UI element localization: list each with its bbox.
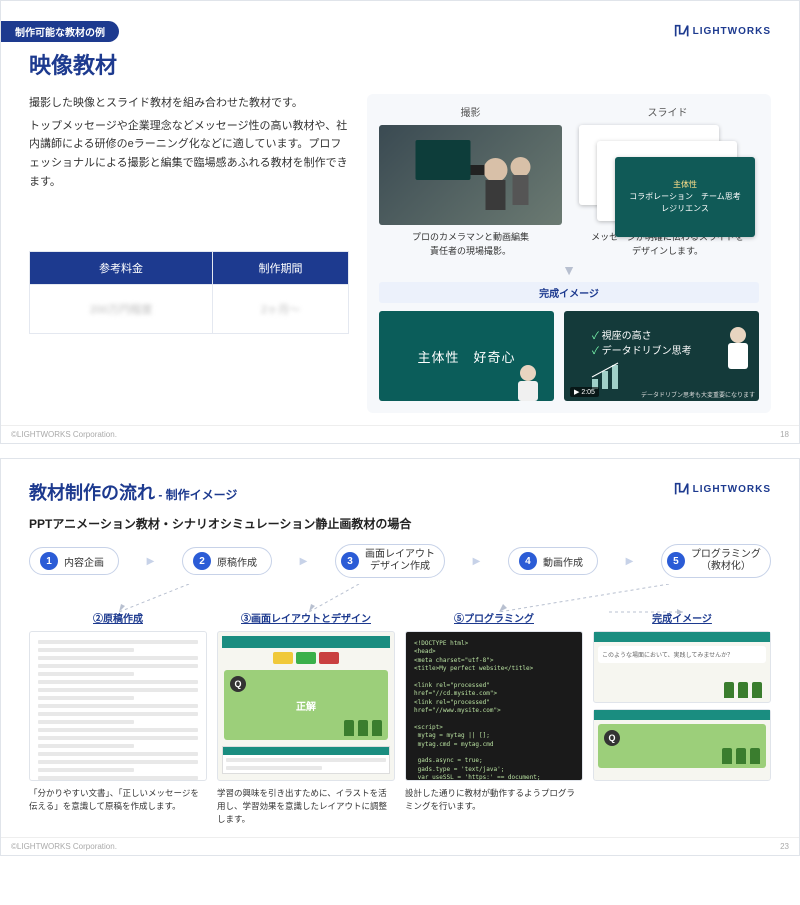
chevron-right-icon: ▶ — [626, 556, 634, 567]
th-price: 参考料金 — [30, 252, 213, 285]
flow-step-3: 3画面レイアウト デザイン作成 — [335, 544, 445, 578]
person-icon — [721, 325, 755, 369]
label-slides: スライド — [576, 104, 759, 119]
detail-thumb-final: このような場面において、実践してみませんか？ Q — [593, 631, 771, 781]
q-badge-icon: Q — [604, 730, 620, 746]
slide-title: 映像教材 — [29, 48, 771, 80]
brand-logo: LIGHTWORKS — [673, 481, 771, 497]
td-period: 2ヶ月〜 — [213, 285, 349, 334]
complete-thumb-2: 視座の高さ データドリブン思考 ▶ 2:05 データドリブン思考も大変重要になり… — [564, 311, 759, 401]
detail-caption-3: 設計した通りに教材が動作するようプログラミングを行います。 — [405, 787, 583, 813]
page-number: 18 — [780, 430, 789, 439]
camera-crew-icon — [379, 125, 562, 225]
brand-logo: LIGHTWORKS — [673, 23, 771, 39]
logo-icon — [673, 481, 689, 497]
flow-step-2: 2原稿作成 — [182, 547, 272, 575]
slide-2: LIGHTWORKS 教材制作の流れ - 制作イメージ PPTアニメーション教材… — [0, 458, 800, 856]
detail-title-3: ⑤プログラミング — [405, 610, 583, 625]
detail-title-4: 完成イメージ — [593, 610, 771, 625]
complete-label: 完成イメージ — [379, 282, 759, 303]
chevron-right-icon: ▶ — [473, 556, 481, 567]
complete-thumb-1: 主体性 好奇心 — [379, 311, 554, 401]
detail-title-1: ②原稿作成 — [29, 610, 207, 625]
visual-panel: 撮影 プロのカメラマンと動画編集 責任者の現場撮影。 スライ — [367, 94, 771, 413]
detail-caption-2: 学習の興味を引き出すために、イラストを活用し、学習効果を意識したレイアウトに調整… — [217, 787, 395, 825]
logo-icon — [673, 23, 689, 39]
detail-title-2: ③画面レイアウトとデザイン — [217, 610, 395, 625]
detail-row: ②原稿作成 「分かりやすい文書」、「正しいメッセージを伝える」を意識して原稿を作… — [29, 610, 771, 825]
slide-title: 教材制作の流れ - 制作イメージ — [29, 479, 771, 505]
flow-step-1: 1内容企画 — [29, 547, 119, 575]
thumb-slides: D 主体性 コラボレーション チーム思考 レジリエンス — [576, 125, 759, 225]
category-badge: 制作可能な教材の例 — [1, 21, 119, 42]
page-number: 23 — [780, 842, 789, 851]
flow-step-5: 5プログラミング （教材化） — [661, 544, 771, 578]
arrow-down-icon: ▼ — [379, 262, 759, 278]
slide-1: LIGHTWORKS 制作可能な教材の例 映像教材 撮影した映像とスライド教材を… — [0, 0, 800, 444]
price-table: 参考料金 制作期間 200万円程度 2ヶ月〜 — [29, 251, 349, 334]
case-label: PPTアニメーション教材・シナリオシミュレーション静止画教材の場合 — [29, 515, 771, 532]
detail-thumb-manuscript — [29, 631, 207, 781]
caption-shooting: プロのカメラマンと動画編集 責任者の現場撮影。 — [379, 231, 562, 258]
detail-thumb-layout: Q 正解 — [217, 631, 395, 781]
label-shooting: 撮影 — [379, 104, 562, 119]
q-badge-icon: Q — [230, 676, 246, 692]
slide-footer: ©LIGHTWORKS Corporation. 18 — [1, 425, 799, 443]
flow-row: 1内容企画 ▶ 2原稿作成 ▶ 3画面レイアウト デザイン作成 ▶ 4動画作成 … — [29, 544, 771, 578]
thumb-shooting — [379, 125, 562, 225]
flow-step-4: 4動画作成 — [508, 547, 598, 575]
th-period: 制作期間 — [213, 252, 349, 285]
td-price: 200万円程度 — [30, 285, 213, 334]
chevron-right-icon: ▶ — [147, 556, 155, 567]
description: 撮影した映像とスライド教材を組み合わせた教材です。 トップメッセージや企業理念な… — [29, 94, 349, 191]
slide-footer: ©LIGHTWORKS Corporation. 23 — [1, 837, 799, 855]
detail-caption-1: 「分かりやすい文書」、「正しいメッセージを伝える」を意識して原稿を作成します。 — [29, 787, 207, 813]
detail-thumb-code: <!DOCTYPE html> <head> <meta charset="ut… — [405, 631, 583, 781]
person-icon — [508, 361, 548, 401]
chevron-right-icon: ▶ — [300, 556, 308, 567]
